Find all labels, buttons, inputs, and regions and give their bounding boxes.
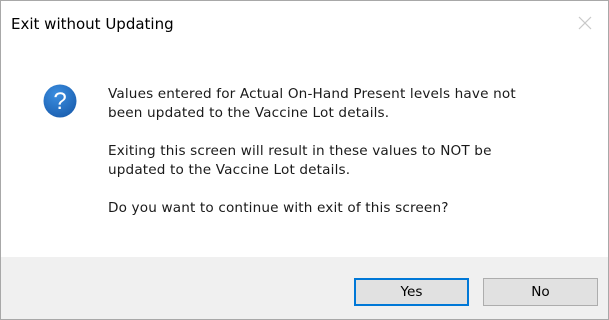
no-button[interactable]: No <box>483 278 598 306</box>
message-paragraph-1: Values entered for Actual On-Hand Presen… <box>108 86 516 121</box>
close-button[interactable] <box>562 1 608 45</box>
dialog-body: ? Values entered for Actual On-Hand Pres… <box>1 53 608 253</box>
yes-button[interactable]: Yes <box>354 278 469 306</box>
message-dialog: Exit without Updating ? Values entered f… <box>0 0 609 320</box>
close-icon <box>578 16 592 30</box>
message-text: Values entered for Actual On-Hand Presen… <box>108 85 588 237</box>
title-bar: Exit without Updating <box>1 1 608 53</box>
svg-text:?: ? <box>53 88 66 115</box>
message-paragraph-3: Do you want to continue with exit of thi… <box>108 200 449 216</box>
dialog-title: Exit without Updating <box>11 15 174 33</box>
question-icon: ? <box>43 84 77 118</box>
message-paragraph-2: Exiting this screen will result in these… <box>108 143 492 178</box>
